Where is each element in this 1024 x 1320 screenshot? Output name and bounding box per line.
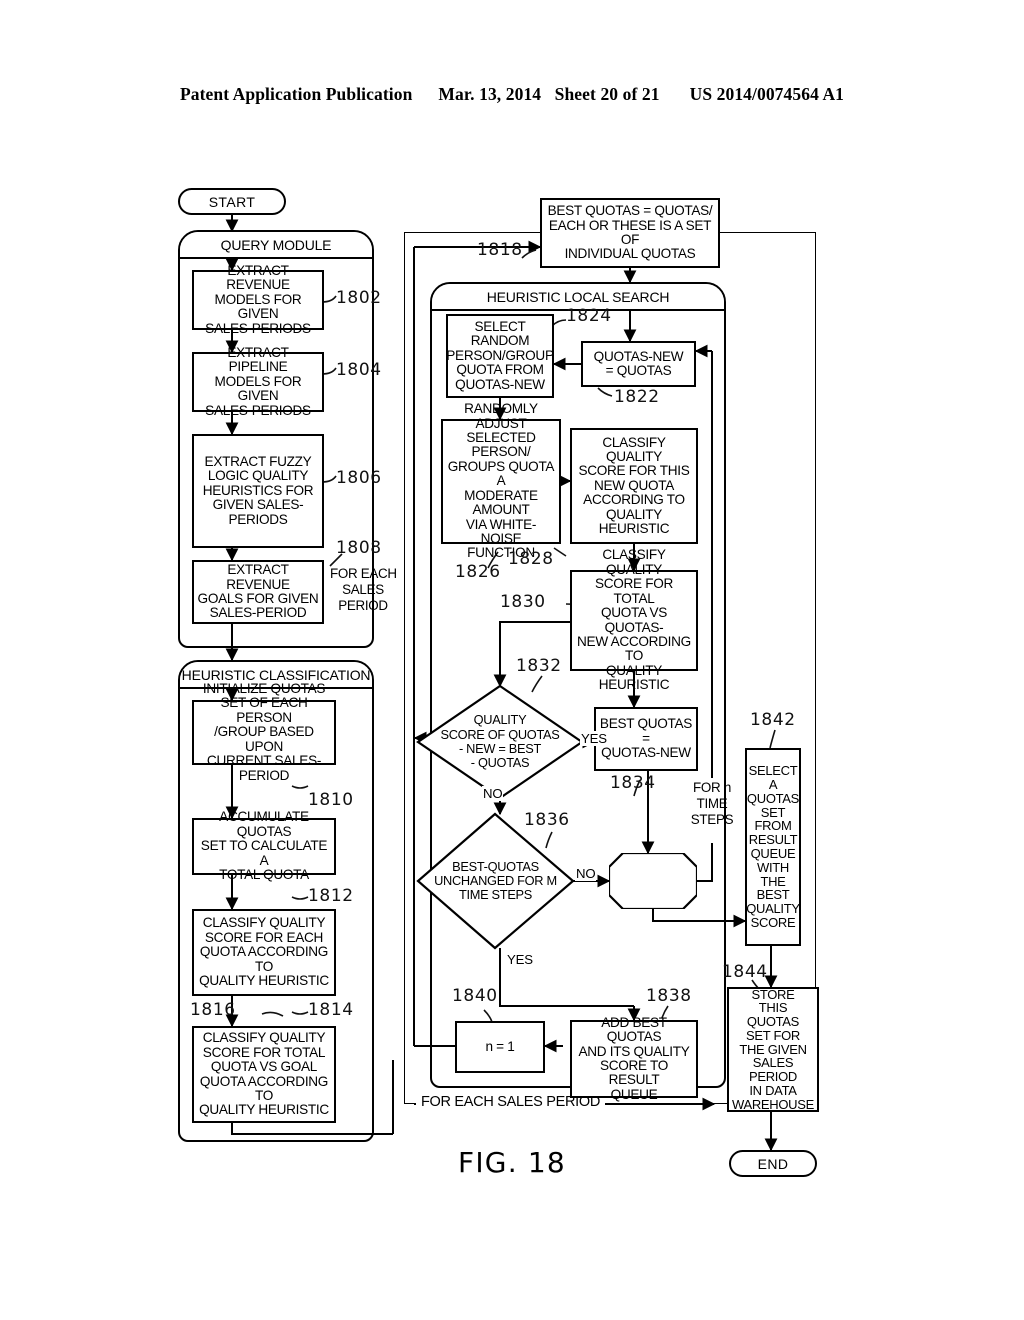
ref-1834: 1834	[610, 773, 656, 793]
figure-caption: FIG. 18	[458, 1146, 566, 1179]
node-1818-text: BEST QUOTAS = QUOTAS/EACH OR THESE IS A …	[547, 203, 713, 262]
ref-1844: 1844	[722, 962, 768, 982]
for-each-sales-period-annotation: FOR EACH SALES PERIOD	[330, 566, 397, 613]
node-1808-text: EXTRACT REVENUE GOALS FOR GIVEN SALES-PERI…	[197, 562, 319, 621]
node-1814-text: CLASSIFY QUALITY SCORE FOR EACH QUOTA ACCO…	[199, 915, 329, 989]
node-1828-text: CLASSIFY QUALITY SCORE FOR THIS NEW QUOTA A…	[578, 434, 690, 537]
group-query-module-label: QUERY MODULE	[180, 232, 372, 259]
ref-1826: 1826	[455, 562, 501, 582]
ref-1822: 1822	[614, 387, 660, 407]
ref-1816: 1816	[190, 1000, 236, 1020]
node-1842-text: SELECT A QUOTAS SET FROM RESULT QUEUE WITH TH…	[746, 763, 800, 930]
decision-1832: QUALITY SCORE OF QUOTAS - NEW = BEST - QUOT…	[416, 684, 584, 800]
node-1812-text: ACCUMULATE QUOTAS SET TO CALCULATE A TOTAL…	[200, 809, 328, 883]
node-1808: EXTRACT REVENUE GOALS FOR GIVEN SALES-PERI…	[192, 560, 324, 624]
ref-1830: 1830	[500, 592, 546, 612]
node-1804-text: EXTRACT PIPELINE MODELS FOR GIVEN SALES-PE…	[205, 344, 311, 418]
node-1844: STORE THIS QUOTAS SET FOR THE GIVEN SALES PE…	[727, 987, 819, 1112]
decision-1832-text: QUALITY SCORE OF QUOTAS - NEW = BEST - QUOT…	[440, 712, 560, 771]
ref-1804: 1804	[336, 360, 382, 380]
node-1834-text: BEST QUOTAS = QUOTAS-NEW	[599, 716, 693, 761]
ref-1808: 1808	[336, 538, 382, 558]
node-1806: EXTRACT FUZZY LOGIC QUALITY HEURISTICS FOR…	[192, 434, 324, 548]
edge-label-yes-1832: YES	[580, 731, 608, 746]
node-1806-text: EXTRACT FUZZY LOGIC QUALITY HEURISTICS FOR…	[202, 453, 314, 527]
node-1810-text: INITIALIZE QUOTAS SET OF EACH PERSON/GROU…	[202, 681, 326, 783]
node-1802-text: EXTRACT REVENUE MODELS FOR GIVEN SALES-PER…	[205, 262, 311, 336]
node-1816: CLASSIFY QUALITY SCORE FOR TOTAL QUOTA VS …	[192, 1026, 336, 1123]
node-1816-text: CLASSIFY QUALITY SCORE FOR TOTAL QUOTA VS …	[199, 1030, 329, 1118]
for-n-time-steps-annotation-text: FOR n TIME STEPS	[690, 780, 734, 827]
decision-1836-text: BEST-QUOTAS UNCHANGED FOR M TIME STEPS	[434, 858, 557, 903]
node-1826-text: RANDOMLY ADJUST SELECTED PERSON/GROUPS QU…	[447, 401, 555, 561]
ref-1828: 1828	[508, 549, 554, 569]
node-1822: QUOTAS-NEW = QUOTAS	[581, 341, 696, 387]
node-1804: EXTRACT PIPELINE MODELS FOR GIVEN SALES-PE…	[192, 345, 324, 417]
edge-label-yes-1836: YES	[506, 952, 534, 967]
ref-1838: 1838	[646, 986, 692, 1006]
ref-1814: 1814	[308, 1000, 354, 1020]
ref-1810: 1810	[308, 790, 354, 810]
node-1802: EXTRACT REVENUE MODELS FOR GIVEN SALES-PER…	[192, 263, 324, 335]
for-each-sales-period-annotation-text: FOR EACH SALES PERIOD	[330, 566, 397, 613]
node-1842: SELECT A QUOTAS SET FROM RESULT QUEUE WITH TH…	[745, 748, 801, 946]
decision-1836: BEST-QUOTAS UNCHANGED FOR M TIME STEPS	[416, 812, 575, 950]
node-1840: n = 1	[455, 1021, 545, 1073]
node-1830-text: CLASSIFY QUALITY SCORE FOR TOTAL QUOTA VS …	[577, 547, 691, 693]
node-1830: CLASSIFY QUALITY SCORE FOR TOTAL QUOTA VS …	[570, 548, 698, 692]
ref-1806: 1806	[336, 468, 382, 488]
ref-1832: 1832	[516, 656, 562, 676]
ref-1812: 1812	[308, 886, 354, 906]
node-1828: CLASSIFY QUALITY SCORE FOR THIS NEW QUOTA A…	[570, 428, 698, 544]
start-terminator: START	[178, 188, 286, 215]
node-1838: ADD BEST QUOTAS AND ITS QUALITY SCORE TO R…	[570, 1015, 698, 1102]
ref-1802: 1802	[336, 288, 382, 308]
node-1834: BEST QUOTAS = QUOTAS-NEW	[594, 707, 698, 771]
node-1822-text: QUOTAS-NEW = QUOTAS	[593, 348, 684, 378]
node-1812: ACCUMULATE QUOTAS SET TO CALCULATE A TOTAL…	[192, 810, 336, 882]
node-1824-text: SELECT RANDOM PERSON/GROUP QUOTA FROM QUOTA…	[446, 318, 554, 392]
ref-1824: 1824	[566, 306, 612, 326]
node-1810: INITIALIZE QUOTAS SET OF EACH PERSON/GROU…	[192, 681, 336, 782]
node-1844-text: STORE THIS QUOTAS SET FOR THE GIVEN SALES PE…	[731, 986, 815, 1112]
ref-1818: 1818	[477, 240, 523, 260]
start-label: START	[208, 193, 256, 210]
node-1818: BEST QUOTAS = QUOTAS/EACH OR THESE IS A …	[540, 198, 720, 268]
node-1824: SELECT RANDOM PERSON/GROUP QUOTA FROM QUOTA…	[446, 314, 554, 398]
loop-connector-node	[609, 853, 697, 909]
edge-label-no-1836: NO	[575, 866, 597, 881]
ref-1842: 1842	[750, 710, 796, 730]
node-1840-text: n = 1	[485, 1038, 515, 1054]
edge-label-no-1832: NO	[482, 786, 504, 801]
node-1826: RANDOMLY ADJUST SELECTED PERSON/GROUPS QU…	[441, 402, 561, 560]
node-1838-text: ADD BEST QUOTAS AND ITS QUALITY SCORE TO R…	[578, 1014, 690, 1102]
ref-1836: 1836	[524, 810, 570, 830]
node-1814: CLASSIFY QUALITY SCORE FOR EACH QUOTA ACCO…	[192, 909, 336, 996]
for-n-time-steps-annotation: FOR n TIME STEPS	[676, 780, 748, 827]
figure-18-flowchart: START QUERY MODULE EXTRACT REVENUE MODELS…	[0, 0, 1024, 1320]
ref-1840: 1840	[452, 986, 498, 1006]
